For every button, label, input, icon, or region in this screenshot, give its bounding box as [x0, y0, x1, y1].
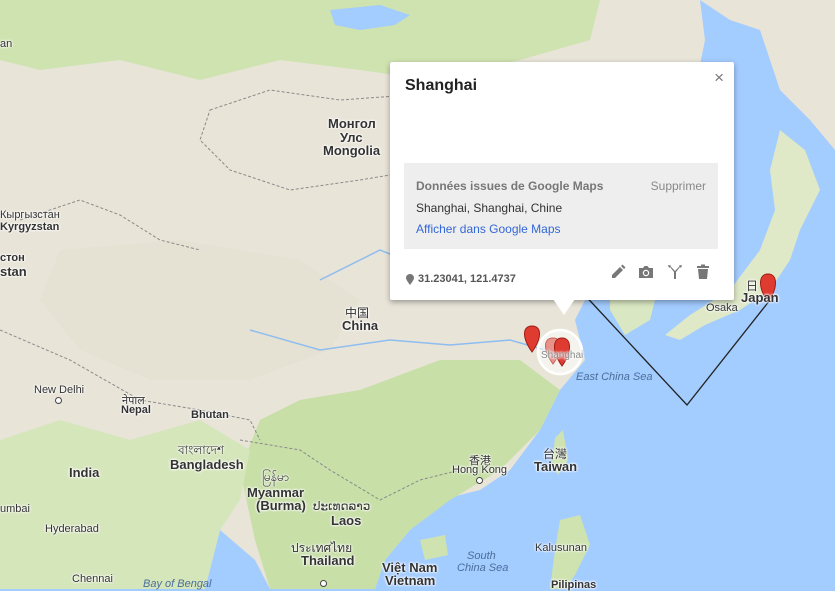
- label-new-delhi: New Delhi: [34, 384, 85, 396]
- source-info-box: Données issues de Google Maps Supprimer …: [404, 163, 718, 249]
- label-shanghai-map: Shanghai: [541, 350, 584, 361]
- label-kyrgyz-native: Кыргызстан: [0, 209, 60, 221]
- coordinates: 31.23041, 121.4737: [406, 273, 516, 285]
- pencil-icon[interactable]: [608, 262, 628, 282]
- label-burma: (Burma): [256, 498, 306, 513]
- coordinates-text: 31.23041, 121.4737: [418, 273, 516, 285]
- label-chennai: Chennai: [72, 573, 113, 585]
- view-in-google-maps-link[interactable]: Afficher dans Google Maps: [416, 222, 561, 236]
- label-japan: Japan: [741, 290, 779, 305]
- popup-tail: [553, 299, 575, 315]
- label-stan: stan: [0, 264, 27, 279]
- pin-icon: [406, 273, 414, 285]
- label-kalusunan: Kalusunan: [535, 542, 587, 554]
- label-mongolia-native: Монгол: [328, 116, 376, 131]
- place-address: Shanghai, Shanghai, Chine: [416, 201, 563, 215]
- city-dot-new-delhi: [55, 397, 62, 404]
- camera-icon[interactable]: [636, 262, 656, 282]
- popup-title: Shanghai: [405, 77, 478, 94]
- label-nepal: Nepal: [121, 404, 151, 416]
- label-bhutan: Bhutan: [191, 409, 229, 421]
- label-china: China: [342, 318, 379, 333]
- label-thailand: Thailand: [301, 553, 355, 568]
- trash-icon[interactable]: [693, 262, 713, 282]
- directions-icon[interactable]: [665, 262, 685, 282]
- label-laos: Laos: [331, 513, 362, 528]
- label-india: India: [69, 465, 100, 480]
- label-pilipinas: Pilipinas: [551, 579, 597, 591]
- label-bay-of-bengal: Bay of Bengal: [143, 578, 212, 590]
- label-mumbai: umbai: [0, 503, 30, 515]
- label-laos-native: ປະເທດລາວ: [313, 499, 371, 513]
- label-stan-native: стон: [0, 252, 25, 264]
- label-vietnam: Vietnam: [385, 573, 436, 588]
- label-hyderabad: Hyderabad: [45, 523, 99, 535]
- label-hong-kong: Hong Kong: [452, 464, 508, 476]
- label-mongolia: Mongolia: [323, 143, 381, 158]
- label-an: an: [0, 38, 13, 50]
- label-osaka: Osaka: [706, 302, 738, 314]
- label-south-china-sea-2: China Sea: [457, 562, 509, 574]
- label-south-china-sea-1: South: [467, 550, 496, 562]
- label-taiwan: Taiwan: [534, 459, 578, 474]
- city-dot-hong-kong: [476, 477, 483, 484]
- delete-button[interactable]: Supprimer: [651, 179, 706, 193]
- label-bangladesh: Bangladesh: [170, 457, 244, 472]
- label-kyrgyzstan: Kyrgyzstan: [0, 221, 60, 233]
- source-label: Données issues de Google Maps: [416, 179, 604, 193]
- close-icon[interactable]: ×: [714, 68, 724, 88]
- place-info-popup: Shanghai × Données issues de Google Maps…: [390, 62, 734, 315]
- label-east-china-sea: East China Sea: [576, 371, 653, 383]
- city-dot-bangkok: [320, 580, 327, 587]
